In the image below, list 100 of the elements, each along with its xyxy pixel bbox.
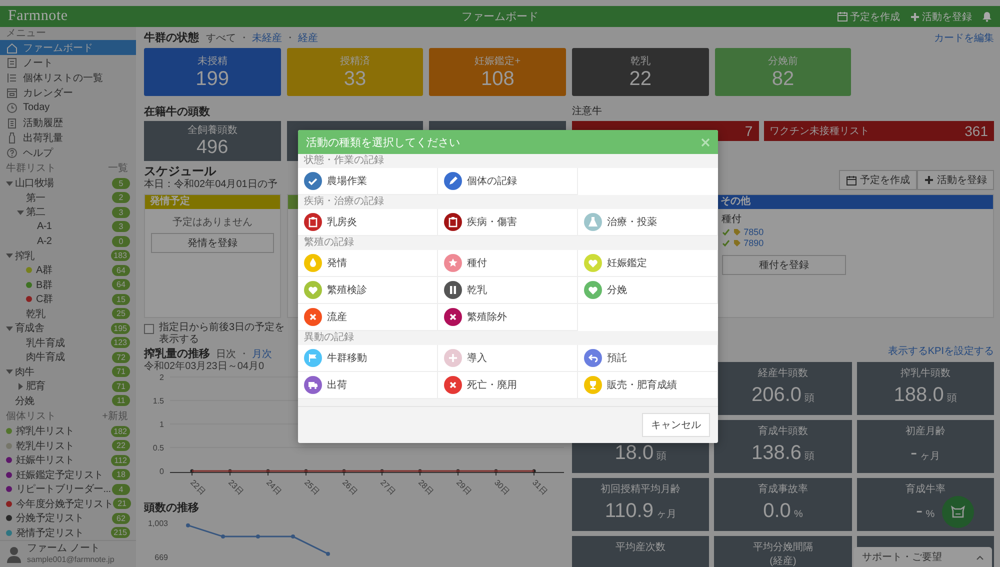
tree-item[interactable]: 肉牛 71 <box>0 364 136 379</box>
nav-item[interactable]: カレンダー <box>0 85 136 100</box>
list-item[interactable]: リピートブリーダー... 4 <box>0 482 136 496</box>
list-link[interactable]: 一覧 <box>108 162 128 176</box>
cow-link[interactable]: 7890 <box>744 238 764 248</box>
tree-item[interactable]: 搾乳 183 <box>0 248 136 263</box>
cow-link[interactable]: 7850 <box>744 227 764 237</box>
kpi-value: 188.0 <box>894 384 944 406</box>
tree-item[interactable]: 山口牧場 5 <box>0 176 136 190</box>
activity-option[interactable]: 種付 <box>438 250 578 277</box>
tree-item[interactable]: 第二 3 <box>0 205 136 220</box>
tree-item[interactable]: 第一 2 <box>0 190 136 205</box>
section-label: 異動の記録 <box>303 331 355 345</box>
activity-option[interactable]: 預託 <box>578 345 718 372</box>
kpi-value: - <box>916 500 923 522</box>
activity-option[interactable]: 発情 <box>298 250 438 277</box>
filter-link[interactable]: すべて <box>206 30 236 44</box>
tree-item[interactable]: 乾乳 25 <box>0 306 136 321</box>
new-link[interactable]: +新規 <box>102 410 128 424</box>
nav-item[interactable]: 個体リストの一覧 <box>0 70 136 85</box>
alert-card[interactable]: ワクチン未接種リスト 361 <box>764 121 994 141</box>
activity-option[interactable]: 導入 <box>438 345 578 372</box>
tree-item[interactable]: C群 15 <box>0 292 136 306</box>
axis-label: 25日 <box>302 478 321 496</box>
tree-item[interactable]: A-1 3 <box>0 220 136 234</box>
data-point <box>380 469 384 473</box>
page-title: ファームボード <box>462 11 538 23</box>
column-header: その他 <box>716 195 993 209</box>
list-item[interactable]: 妊娠鑑定予定リスト 18 <box>0 468 136 482</box>
activity-option[interactable]: 農場作業 <box>298 168 438 195</box>
count-badge: 71 <box>112 380 130 392</box>
schedule-button[interactable]: 予定を作成 <box>839 170 917 190</box>
activity-option[interactable]: 妊娠鑑定 <box>578 250 718 277</box>
activity-option[interactable]: 販売・肥育成績 <box>578 372 718 399</box>
dialog-title: 活動の種類を選択してください <box>306 136 460 150</box>
activity-option[interactable]: 個体の記録 <box>438 168 578 195</box>
axis-label: 28日 <box>416 478 435 496</box>
status-card[interactable]: 未授精 199 <box>144 48 281 96</box>
activity-option[interactable]: 死亡・廃用 <box>438 372 578 399</box>
list-item[interactable]: 今年度分娩予定リスト 21 <box>0 496 136 511</box>
mode-link[interactable]: 日次 <box>216 346 236 360</box>
register-button[interactable]: 種付を登録 <box>722 255 846 275</box>
schedule-button[interactable]: 活動を登録 <box>917 170 994 190</box>
status-card[interactable]: 乾乳 22 <box>572 48 709 96</box>
tree-item[interactable]: 乳牛育成 123 <box>0 336 136 350</box>
calendar-icon <box>837 11 848 22</box>
count-badge: 195 <box>110 322 130 334</box>
nav-item[interactable]: 活動履歴 <box>0 115 136 130</box>
support-widget[interactable]: サポート・ご要望 <box>854 547 992 567</box>
activity-option[interactable]: 出荷 <box>298 372 438 399</box>
activity-option[interactable]: 乳房炎 <box>298 209 438 236</box>
list-item[interactable]: 搾乳牛リスト 182 <box>0 424 136 438</box>
tree-item[interactable]: 育成舎 195 <box>0 321 136 336</box>
tree-item[interactable]: B群 64 <box>0 278 136 292</box>
edit-link[interactable]: カードを編集 <box>934 30 994 44</box>
cancel-button[interactable]: キャンセル <box>642 413 710 437</box>
close-button[interactable] <box>701 138 710 146</box>
status-card[interactable]: 妊娠鑑定+ 108 <box>429 48 566 96</box>
count-badge: 22 <box>112 440 130 452</box>
topbar-button[interactable]: 活動を登録 <box>910 10 972 24</box>
activity-option[interactable]: 繁殖検診 <box>298 277 438 304</box>
tree-item[interactable]: A群 64 <box>0 263 136 278</box>
count-badge: 3 <box>112 206 130 218</box>
axis-label: 0.5 <box>152 444 164 452</box>
nav-item[interactable]: ヘルプ <box>0 145 136 160</box>
section-title: 注意牛 <box>572 104 602 118</box>
list-item[interactable]: 分娩予定リスト 62 <box>0 511 136 526</box>
activity-option[interactable]: 分娩 <box>578 277 718 304</box>
nav-item[interactable]: ノート <box>0 55 136 70</box>
tree-item[interactable]: 肉牛育成 72 <box>0 350 136 364</box>
plus-icon <box>910 12 920 22</box>
count-badge: 18 <box>112 469 130 480</box>
nav-item[interactable]: ファームボード <box>0 40 136 55</box>
nav-item[interactable]: 出荷乳量 <box>0 130 136 145</box>
nav-item[interactable]: Today <box>0 100 136 115</box>
activity-option[interactable]: 牛群移動 <box>298 345 438 372</box>
tree-item[interactable]: A-2 0 <box>0 234 136 248</box>
activity-option[interactable]: 疾病・傷害 <box>438 209 578 236</box>
data-point <box>494 469 498 473</box>
list-item[interactable]: 妊娠牛リスト 112 <box>0 453 136 468</box>
activity-option[interactable]: 乾乳 <box>438 277 578 304</box>
tree-item[interactable]: 分娩 11 <box>0 394 136 408</box>
list-item[interactable]: 発情予定リスト 215 <box>0 526 136 540</box>
activity-option[interactable]: 繁殖除外 <box>438 304 578 331</box>
section-title: スケジュール <box>144 164 218 178</box>
topbar-button[interactable]: 予定を作成 <box>837 10 900 24</box>
kpi-unit: ヶ月 <box>656 509 676 520</box>
count-badge: 4 <box>112 484 130 495</box>
tree-item[interactable]: 肥育 71 <box>0 379 136 394</box>
checkbox[interactable] <box>144 324 154 334</box>
register-button[interactable]: 発情を登録 <box>151 233 274 253</box>
list-item[interactable]: 乾乳牛リスト 22 <box>0 438 136 453</box>
activity-option[interactable]: 流産 <box>298 304 438 331</box>
section-title: 在籍牛の頭数 <box>144 104 210 118</box>
kpi-settings-link[interactable]: 表示するKPIを設定する <box>888 346 994 358</box>
mode-link[interactable]: 月次 <box>252 346 272 360</box>
checkbox-label: 指定日から前後3日の予定を表示する <box>159 322 286 346</box>
filter-link[interactable]: 経産 <box>298 30 318 44</box>
activity-option[interactable]: 治療・投薬 <box>578 209 718 236</box>
filter-link[interactable]: 未経産 <box>252 30 282 44</box>
